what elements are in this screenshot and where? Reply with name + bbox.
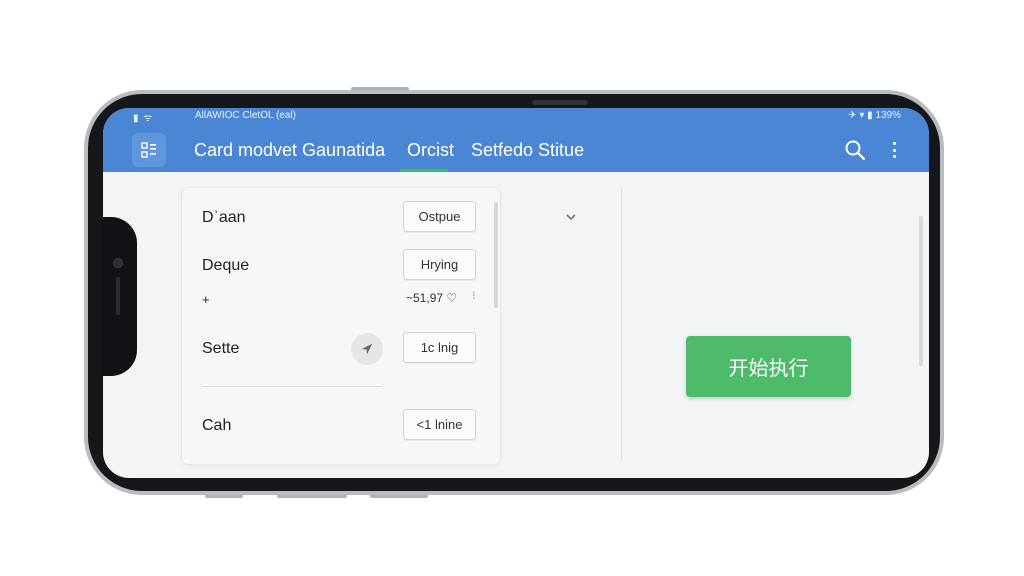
chip-lnine[interactable]: <1 lnine xyxy=(403,409,476,440)
menu-button[interactable] xyxy=(132,133,166,167)
sensor-bar xyxy=(116,277,120,315)
row-label-cah: Cah xyxy=(202,417,232,434)
grid-menu-icon xyxy=(141,142,156,158)
tab-card-modvet[interactable]: Card modvet Gaunatida xyxy=(194,140,385,161)
status-app-name: AllAWIOC CletOL (eal) xyxy=(195,110,296,121)
earpiece xyxy=(532,100,588,105)
search-button[interactable] xyxy=(844,139,866,161)
more-vertical-icon[interactable] xyxy=(889,139,899,161)
screen-scrollbar[interactable] xyxy=(919,216,923,366)
row-label-deque: Deque xyxy=(202,257,250,274)
plus-label: + xyxy=(202,292,210,307)
status-indicators: ✈ ▾ ▮ 139% xyxy=(848,110,901,121)
drag-handle-icon[interactable]: ⁝ xyxy=(472,289,476,302)
pane-divider xyxy=(621,188,622,460)
value-text: ~51,97 ♡ xyxy=(406,291,458,305)
row-label-daan: Dˈaan xyxy=(202,209,246,226)
settings-card: Dˈaan Ostpue Deque Hrying + ~51,97 ♡ ⁝ S… xyxy=(182,188,500,464)
navigation-arrow-icon[interactable] xyxy=(351,333,383,365)
chip-lnig[interactable]: 1c lnig xyxy=(403,332,476,363)
card-divider xyxy=(202,386,382,387)
app-bar: ▮ ᯤ AllAWIOC CletOL (eal) ✈ ▾ ▮ 139% Car… xyxy=(103,108,929,172)
signal-indicator: ▮ ᯤ xyxy=(133,113,154,124)
card-scrollbar[interactable] xyxy=(494,202,498,308)
chip-ostpue[interactable]: Ostpue xyxy=(403,201,476,232)
tab-orcist[interactable]: Orcist xyxy=(407,140,454,161)
start-execution-button[interactable]: 开始执行 xyxy=(686,336,851,397)
status-bar: ▮ ᯤ AllAWIOC CletOL (eal) ✈ ▾ ▮ 139% xyxy=(103,108,929,126)
tab-setfedo-stitue[interactable]: Setfedo Stitue xyxy=(471,140,584,161)
chevron-down-icon[interactable] xyxy=(564,210,578,224)
front-camera xyxy=(113,258,123,268)
camera-notch xyxy=(101,217,137,376)
active-tab-indicator xyxy=(400,169,448,172)
app-screen: ▮ ᯤ AllAWIOC CletOL (eal) ✈ ▾ ▮ 139% Car… xyxy=(103,108,929,478)
row-label-sette: Sette xyxy=(202,340,240,357)
search-icon xyxy=(845,140,866,161)
chip-hrying[interactable]: Hrying xyxy=(403,249,476,280)
